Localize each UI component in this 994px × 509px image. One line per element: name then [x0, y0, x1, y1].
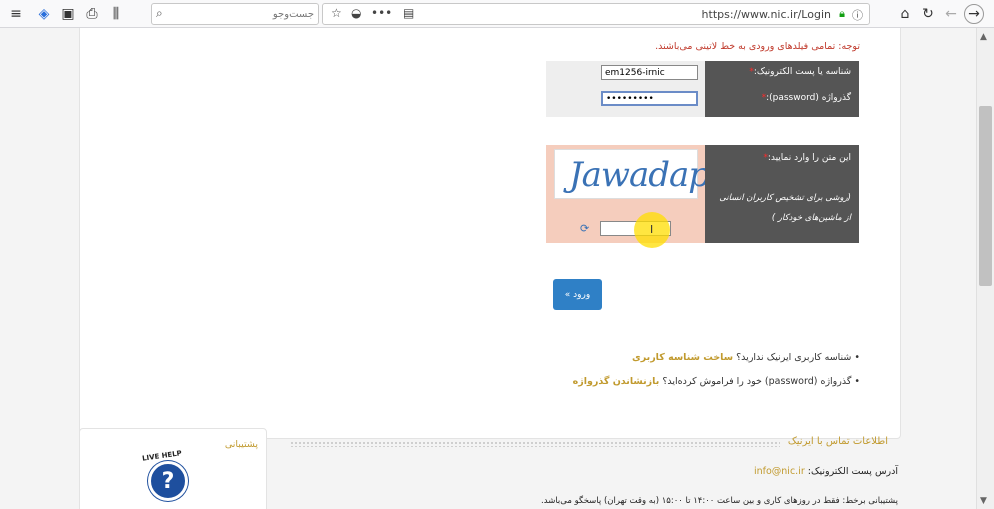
back-icon[interactable]: →	[964, 4, 984, 24]
search-icon: ⌕	[156, 6, 163, 20]
reader-view-icon[interactable]: ▣	[58, 4, 78, 24]
text-cursor-icon: I	[650, 223, 654, 236]
browser-search-input[interactable]	[174, 5, 314, 23]
contact-email-link[interactable]: info@nic.ir	[754, 466, 805, 477]
forward-icon[interactable]: ←	[941, 4, 961, 24]
reload-icon[interactable]: ↻	[918, 4, 938, 24]
latin-note: توجه: تمامی فیلدهای ورودی به خط لاتینی م…	[655, 41, 860, 52]
page-icon[interactable]: ▤	[403, 6, 414, 20]
captcha-text: Jawadap	[569, 155, 710, 195]
pocket-icon[interactable]: ◒	[351, 6, 361, 20]
vertical-scrollbar[interactable]: ▲ ▼	[976, 28, 994, 509]
url-bar[interactable]: ☆ ◒ ••• ▤ https://www.nic.ir/Login 🔒︎ ⓘ	[322, 3, 870, 25]
no-account-line: • شناسه کاربری ایرنیک ندارید؟ ساخت شناسه…	[632, 352, 860, 363]
browser-toolbar: ≡ ◈ ▣ ⎙ ⫼ ⌕ ☆ ◒ ••• ▤ https://www.nic.ir…	[0, 0, 994, 28]
password-field[interactable]	[601, 91, 698, 106]
extension-icon[interactable]: ◈	[34, 4, 54, 24]
contact-hours: پشتیبانی برخط: فقط در روزهای کاری و بین …	[541, 496, 898, 506]
scrollbar-thumb[interactable]	[979, 106, 992, 286]
library-icon[interactable]: ⫼	[106, 4, 126, 24]
captcha-label-area: این متن را وارد نمایید:* (روشی برای تشخی…	[705, 145, 859, 243]
lock-icon[interactable]: 🔒︎	[839, 7, 845, 21]
forgot-password-line: • گذرواژه (password) خود را فراموش کرده‌…	[573, 376, 860, 387]
support-box: پشتیبانی LIVE HELP ?	[79, 428, 267, 509]
home-icon[interactable]: ⌂	[895, 4, 915, 24]
credentials-input-area	[546, 61, 705, 117]
dotted-divider	[290, 441, 780, 447]
login-card: توجه: تمامی فیلدهای ورودی به خط لاتینی م…	[79, 28, 901, 439]
print-icon[interactable]: ⎙	[82, 4, 102, 24]
captcha-image: Jawadap	[554, 149, 710, 199]
username-label: شناسه یا پست الکترونیک:*	[749, 67, 851, 77]
scroll-up-icon[interactable]: ▲	[980, 32, 987, 42]
captcha-label: این متن را وارد نمایید:*	[763, 153, 851, 163]
more-actions-icon[interactable]: •••	[371, 6, 392, 20]
password-label: گذرواژه (password):*	[761, 93, 851, 103]
create-account-link[interactable]: ساخت شناسه کاربری	[632, 352, 733, 363]
captcha-hint-2: از ماشین‌های خودکار )	[771, 213, 851, 223]
menu-icon[interactable]: ≡	[6, 4, 26, 24]
credentials-label-area: شناسه یا پست الکترونیک:* گذرواژه (passwo…	[705, 61, 859, 117]
forgot-password-text: • گذرواژه (password) خود را فراموش کرده‌…	[662, 376, 860, 387]
no-account-text: • شناسه کاربری ایرنیک ندارید؟	[736, 352, 860, 363]
login-button[interactable]: ورود »	[553, 279, 602, 310]
browser-search-box[interactable]: ⌕	[151, 3, 319, 25]
captcha-hint-1: (روشی برای تشخیص کاربران انسانی	[719, 193, 851, 203]
contact-email-label: آدرس پست الکترونیک:	[807, 466, 898, 477]
support-title: پشتیبانی	[224, 439, 258, 450]
scroll-down-icon[interactable]: ▼	[980, 496, 987, 506]
username-field[interactable]	[601, 65, 698, 80]
refresh-captcha-icon[interactable]: ⟳	[580, 223, 592, 235]
contact-title: اطلاعات تماس با ایرنیک	[787, 436, 888, 447]
page-content: توجه: تمامی فیلدهای ورودی به خط لاتینی م…	[0, 28, 976, 509]
captcha-input-area: Jawadap ⟳ I	[546, 145, 710, 248]
info-icon[interactable]: ⓘ	[852, 7, 863, 23]
bookmark-star-icon[interactable]: ☆	[331, 6, 342, 20]
reset-password-link[interactable]: بازنشاندن گذرواژه	[573, 376, 660, 387]
livehelp-icon[interactable]: ?	[148, 461, 188, 501]
url-text[interactable]: https://www.nic.ir/Login	[702, 8, 831, 21]
contact-email-line: آدرس پست الکترونیک: info@nic.ir	[754, 466, 898, 477]
